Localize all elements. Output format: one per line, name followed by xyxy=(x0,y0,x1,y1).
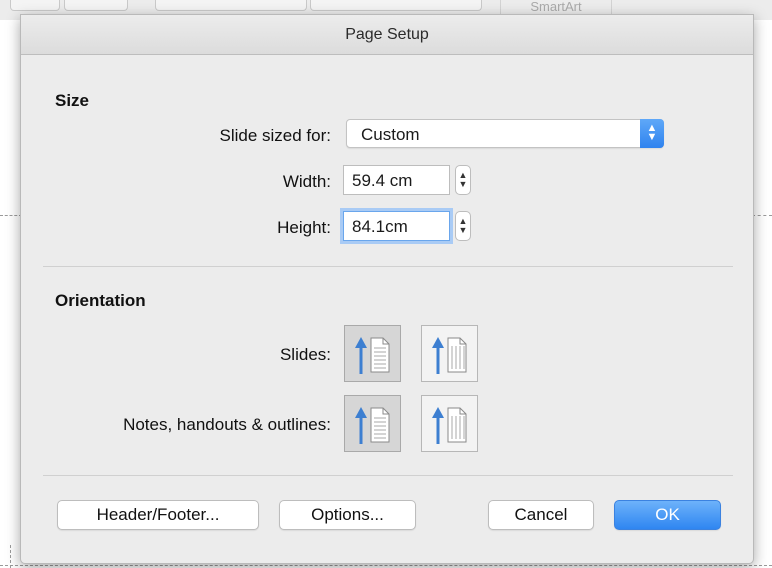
toolbar-button[interactable] xyxy=(310,0,482,11)
portrait-page-icon xyxy=(355,337,390,374)
height-field[interactable]: 84.1cm xyxy=(343,211,450,241)
slide-border-guide xyxy=(752,215,772,216)
separator xyxy=(43,266,733,267)
slides-landscape-button[interactable] xyxy=(421,325,478,382)
separator xyxy=(43,475,733,476)
slide-border-guide xyxy=(10,545,11,568)
slide-sized-for-label: Slide sized for: xyxy=(219,126,332,145)
slides-orientation-label: Slides: xyxy=(279,345,331,364)
toolbar-button[interactable] xyxy=(10,0,60,11)
slide-border-guide xyxy=(0,215,22,216)
height-label: Height: xyxy=(277,218,331,237)
height-stepper[interactable]: ▲ ▼ xyxy=(455,211,471,241)
notes-orientation-label: Notes, handouts & outlines: xyxy=(123,415,331,434)
width-label: Width: xyxy=(282,172,331,191)
size-section-title: Size xyxy=(55,91,90,110)
toolbar-button[interactable] xyxy=(64,0,128,11)
orientation-section-title: Orientation xyxy=(55,291,146,310)
slides-portrait-button[interactable] xyxy=(344,325,401,382)
ok-button[interactable]: OK xyxy=(614,500,721,530)
width-stepper[interactable]: ▲ ▼ xyxy=(455,165,471,195)
notes-landscape-button[interactable] xyxy=(421,395,478,452)
slide-border-guide xyxy=(0,565,772,566)
select-arrows-icon: ▲ ▼ xyxy=(640,119,664,148)
header-footer-button[interactable]: Header/Footer... xyxy=(57,500,259,530)
slide-size-select[interactable]: Custom ▲ ▼ xyxy=(346,119,664,148)
notes-portrait-button[interactable] xyxy=(344,395,401,452)
page-setup-dialog: Page Setup Size Slide sized for: Custom … xyxy=(20,14,754,564)
cancel-button[interactable]: Cancel xyxy=(488,500,594,530)
width-field[interactable]: 59.4 cm xyxy=(343,165,450,195)
landscape-page-icon xyxy=(432,407,467,444)
toolbar-button[interactable] xyxy=(155,0,307,11)
options-button[interactable]: Options... xyxy=(279,500,416,530)
dialog-title: Page Setup xyxy=(21,15,753,55)
portrait-page-icon xyxy=(355,407,390,444)
landscape-page-icon xyxy=(432,337,467,374)
slide-size-value: Custom xyxy=(361,125,420,144)
